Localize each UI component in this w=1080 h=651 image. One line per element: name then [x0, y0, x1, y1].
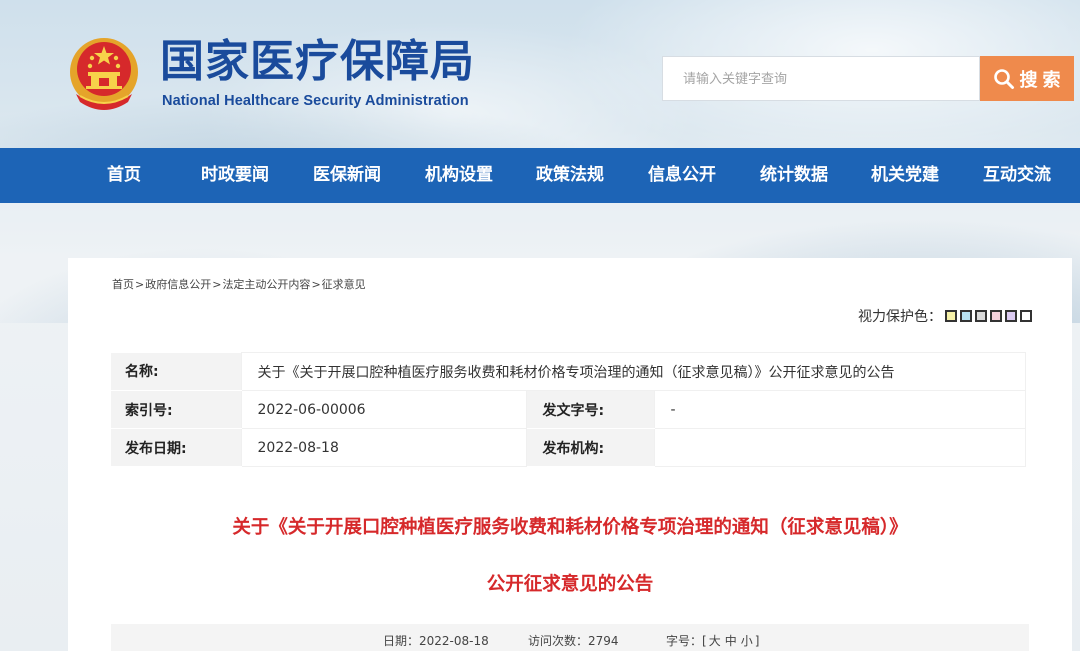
font-size-medium[interactable]: 中 — [725, 634, 737, 648]
search-button[interactable]: 搜 索 — [980, 56, 1074, 101]
article-date: 日期：2022-08-18 — [383, 632, 489, 649]
nav-item-party[interactable]: 机关党建 — [862, 148, 948, 203]
breadcrumb: 首页>政府信息公开>法定主动公开内容>征求意见 — [112, 276, 366, 292]
breadcrumb-statutory[interactable]: 法定主动公开内容 — [222, 278, 310, 291]
font-size-small[interactable]: 小 — [741, 634, 753, 648]
visit-count-value: 2794 — [588, 634, 619, 648]
nav-item-policies[interactable]: 政策法规 — [527, 148, 613, 203]
article-info-bar: 日期：2022-08-18 访问次数：2794 字号：[大中小] — [111, 624, 1029, 651]
nav-item-organization[interactable]: 机构设置 — [416, 148, 502, 203]
nav-item-home[interactable]: 首页 — [93, 148, 155, 203]
breadcrumb-consultation[interactable]: 征求意见 — [322, 278, 366, 291]
font-size-label: 字号： — [666, 634, 703, 648]
nav-item-news[interactable]: 医保新闻 — [304, 148, 390, 203]
document-meta-table: 名称: 关于《关于开展口腔种植医疗服务收费和耗材价格专项治理的通知（征求意见稿）… — [111, 352, 1026, 467]
color-swatch-yellow[interactable] — [945, 310, 957, 322]
visit-count-label: 访问次数： — [528, 634, 589, 648]
breadcrumb-separator: > — [135, 278, 145, 291]
color-swatch-pink[interactable] — [990, 310, 1002, 322]
meta-date-label: 发布日期: — [111, 428, 241, 467]
site-title: 国家医疗保障局 — [160, 36, 475, 87]
content-panel: 首页>政府信息公开>法定主动公开内容>征求意见 视力保护色： 名称: 关于《关于… — [68, 258, 1072, 651]
color-swatch-gray[interactable] — [975, 310, 987, 322]
meta-index-label: 索引号: — [111, 390, 241, 429]
meta-docno-label: 发文字号: — [526, 390, 654, 429]
meta-name-label: 名称: — [111, 352, 241, 391]
color-swatch-white[interactable] — [1020, 310, 1032, 322]
article-date-value: 2022-08-18 — [419, 634, 489, 648]
search-button-label: 搜 索 — [1019, 69, 1061, 90]
meta-date-value: 2022-08-18 — [240, 428, 527, 467]
search-input[interactable] — [662, 56, 980, 101]
main-nav: 首页 时政要闻 医保新闻 机构设置 政策法规 信息公开 统计数据 机关党建 互动… — [0, 148, 1080, 203]
meta-docno-value: - — [653, 390, 1026, 429]
color-swatch-blue[interactable] — [960, 310, 972, 322]
meta-org-value — [653, 428, 1026, 467]
vision-label: 视力保护色： — [858, 309, 942, 325]
meta-org-label: 发布机构: — [526, 428, 654, 467]
breadcrumb-separator: > — [212, 278, 222, 291]
font-size-bracket-open: [ — [702, 634, 707, 648]
article-title-line2: 公开征求意见的公告 — [486, 574, 654, 595]
color-swatch-purple[interactable] — [1005, 310, 1017, 322]
vision-protection: 视力保护色： — [858, 306, 1032, 326]
breadcrumb-separator: > — [311, 278, 321, 291]
nav-item-interaction[interactable]: 互动交流 — [974, 148, 1060, 203]
font-size-large[interactable]: 大 — [709, 634, 721, 648]
font-size-control: 字号：[大中小] — [666, 632, 759, 649]
nav-item-statistics[interactable]: 统计数据 — [751, 148, 837, 203]
article-date-label: 日期： — [383, 634, 420, 648]
national-emblem-icon[interactable] — [66, 36, 142, 114]
meta-index-value: 2022-06-00006 — [240, 390, 527, 429]
site-header: 国家医疗保障局 National Healthcare Security Adm… — [0, 0, 1080, 148]
font-size-bracket-close: ] — [754, 634, 760, 648]
article-title-line1: 关于《关于开展口腔种植医疗服务收费和耗材价格专项治理的通知（征求意见稿）》 — [232, 517, 908, 538]
search-icon — [994, 68, 1015, 89]
nav-item-information[interactable]: 信息公开 — [639, 148, 725, 203]
breadcrumb-gov-info[interactable]: 政府信息公开 — [145, 278, 211, 291]
meta-name-value: 关于《关于开展口腔种植医疗服务收费和耗材价格专项治理的通知（征求意见稿）》公开征… — [240, 352, 1026, 391]
visit-count: 访问次数：2794 — [528, 632, 619, 649]
nav-item-current-affairs[interactable]: 时政要闻 — [192, 148, 278, 203]
site-subtitle: National Healthcare Security Administrat… — [162, 93, 469, 109]
breadcrumb-home[interactable]: 首页 — [112, 278, 134, 291]
